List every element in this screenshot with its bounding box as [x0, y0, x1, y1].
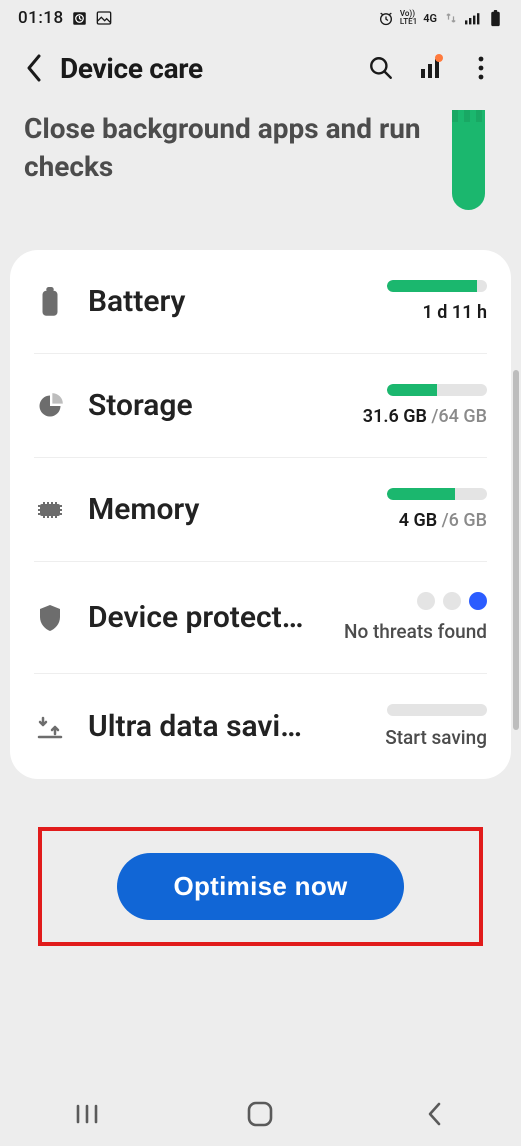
tip-section: Close background apps and run checks: [0, 98, 521, 240]
scroll-indicator: [513, 370, 519, 730]
tip-text: Close background apps and run checks: [24, 110, 432, 186]
notification-dot-icon: [435, 54, 443, 62]
ultra-data-status: Start saving: [385, 726, 487, 749]
memory-value-block: 4 GB /6 GB: [327, 488, 487, 531]
memory-value: 4 GB /6 GB: [399, 510, 487, 531]
ultra-data-saving-label: Ultra data saving: [88, 709, 305, 744]
memory-icon: [34, 494, 66, 526]
device-protection-label: Device protection: [88, 600, 305, 635]
back-button[interactable]: [22, 56, 46, 80]
shield-icon: [34, 602, 66, 634]
storage-icon: [34, 390, 66, 422]
app-bar: Device care: [0, 34, 521, 98]
cta-highlight-box: Optimise now: [38, 827, 483, 946]
updown-arrows-icon: [443, 10, 459, 26]
protection-dot-2: [443, 592, 461, 610]
search-icon: [368, 55, 394, 81]
data-saving-icon: [34, 711, 66, 743]
protection-status: No threats found: [344, 620, 487, 643]
image-icon: [96, 10, 112, 26]
home-button[interactable]: [240, 1094, 280, 1134]
status-left: 01:18: [18, 8, 112, 28]
battery-label: Battery: [88, 284, 305, 319]
storage-bar-fill: [387, 384, 437, 396]
optimise-now-button[interactable]: Optimise now: [117, 853, 403, 920]
battery-bar: [387, 280, 487, 292]
chevron-left-icon: [426, 1102, 442, 1126]
storage-row[interactable]: Storage 31.6 GB /64 GB: [34, 354, 487, 458]
more-options-button[interactable]: [463, 50, 499, 86]
protection-dot-3: [469, 592, 487, 610]
battery-icon: [34, 286, 66, 318]
storage-label: Storage: [88, 388, 305, 423]
volte-bottom: LTE1: [400, 17, 417, 26]
memory-used: 4 GB: [399, 510, 442, 531]
device-care-card: Battery 1 d 11 h Storage 31.6 GB /64 GB …: [10, 250, 511, 779]
memory-bar: [387, 488, 487, 500]
battery-status-icon: [487, 10, 503, 26]
battery-bar-fill: [387, 280, 477, 292]
ultra-data-bar: [387, 704, 487, 716]
memory-row[interactable]: Memory 4 GB /6 GB: [34, 458, 487, 562]
status-bar: 01:18 Vo)) LTE1 4G: [0, 0, 521, 34]
nav-back-button[interactable]: [414, 1094, 454, 1134]
recents-button[interactable]: [67, 1094, 107, 1134]
network-type: 4G: [423, 12, 437, 25]
data-usage-button[interactable]: [413, 50, 449, 86]
status-right: Vo)) LTE1 4G: [378, 10, 503, 26]
home-icon: [247, 1101, 273, 1127]
volte-indicator: Vo)) LTE1: [400, 10, 417, 26]
storage-value-block: 31.6 GB /64 GB: [327, 384, 487, 427]
signal-icon: [465, 10, 481, 26]
battery-time: 1 d 11 h: [423, 302, 487, 323]
ultra-data-saving-row[interactable]: Ultra data saving Start saving: [34, 674, 487, 779]
system-nav-bar: [0, 1082, 521, 1146]
memory-bar-fill: [387, 488, 455, 500]
protection-dots: [417, 592, 487, 610]
memory-total: /6 GB: [442, 510, 487, 531]
storage-used: 31.6 GB: [363, 406, 432, 427]
recents-icon: [75, 1104, 99, 1124]
storage-bar: [387, 384, 487, 396]
ultra-data-value-block: Start saving: [327, 704, 487, 749]
battery-value-block: 1 d 11 h: [327, 280, 487, 323]
health-score-badge: [452, 110, 485, 210]
clock-square-icon: [72, 10, 88, 26]
battery-row[interactable]: Battery 1 d 11 h: [34, 250, 487, 354]
page-title: Device care: [60, 52, 203, 85]
search-button[interactable]: [363, 50, 399, 86]
device-protection-row[interactable]: Device protection No threats found: [34, 562, 487, 674]
more-vertical-icon: [478, 56, 484, 80]
status-time: 01:18: [18, 8, 64, 28]
storage-value: 31.6 GB /64 GB: [363, 406, 487, 427]
protection-dot-1: [417, 592, 435, 610]
alarm-icon: [378, 10, 394, 26]
device-protection-value-block: No threats found: [327, 592, 487, 643]
memory-label: Memory: [88, 492, 305, 527]
storage-total: /64 GB: [431, 406, 487, 427]
